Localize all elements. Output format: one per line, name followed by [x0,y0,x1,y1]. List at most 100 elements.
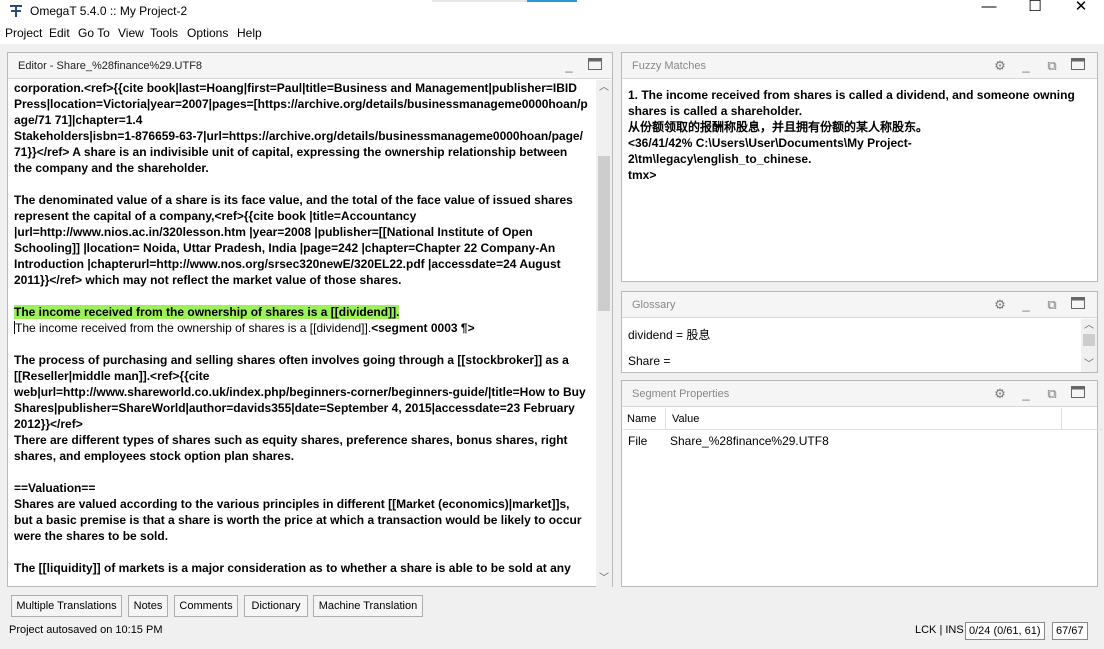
minimize-pane-icon[interactable]: _ [1017,385,1035,403]
glossary-pane: Glossary ⚙ _ ⧉ dividend = 股息 Share = ︿ ﹀ [621,291,1098,373]
minimize-pane-icon[interactable]: _ [1017,296,1035,314]
minimize-pane-icon[interactable]: _ [1017,57,1035,75]
scroll-thumb[interactable] [598,156,610,311]
segment-properties-pane: Segment Properties ⚙ _ ⧉ Name Value File… [621,380,1103,587]
editor-line: the company and the shareholder. [14,161,209,175]
editor-line: age/71 71]|chapter=1.4 [14,113,143,127]
menu-bar: Project Edit Go To View Tools Options He… [0,22,1104,44]
tab-label: Machine Translation [318,600,418,612]
tab-machine-translation[interactable]: Machine Translation [313,595,423,617]
scroll-up-icon[interactable]: ︿ [596,80,612,96]
edit-mode-indicator: LCK | INS [915,624,964,636]
scroll-down-icon[interactable]: ﹀ [1081,358,1097,372]
menu-options[interactable]: Options [187,26,228,40]
segprops-header: Segment Properties ⚙ _ ⧉ [622,381,1097,407]
column-header-value[interactable]: Value [672,413,699,425]
editor-line: 71}}</ref> A share is an indivisible uni… [14,145,568,159]
editor-line: The process of purchasing and selling sh… [14,353,569,367]
tab-label: Notes [133,600,163,612]
editor-line: |url=http://www.nios.ac.in/320lesson.htm… [14,225,533,239]
tab-dictionary[interactable]: Dictionary [244,595,308,617]
active-segment-source[interactable]: The income received from the ownership o… [14,305,400,319]
editor-scrollbar[interactable]: ︿ ﹀ [596,80,612,587]
editor-line: ==Valuation== [14,481,96,495]
fuzzy-match-entry[interactable]: 1. The income received from shares is ca… [628,87,1091,183]
close-button[interactable]: ✕ [1058,0,1104,22]
maximize-pane-icon[interactable] [1069,385,1087,403]
editor-line: corporation.<ref>{{cite book|last=Hoang|… [14,81,577,95]
maximize-button[interactable]: ☐ [1012,0,1058,22]
editor-line: shares, and employees stock option plan … [14,449,295,463]
fuzzy-header: Fuzzy Matches ⚙ _ ⧉ [622,53,1097,79]
gear-icon[interactable]: ⚙ [991,385,1009,403]
editor-line: Shares|publisher=ShareWorld|author=david… [14,401,575,415]
glossary-title: Glossary [632,299,676,311]
menu-help[interactable]: Help [237,26,262,40]
maximize-pane-icon[interactable] [1069,296,1087,314]
glossary-entry: dividend = 股息 [628,328,711,342]
gear-icon[interactable]: ⚙ [991,57,1009,75]
fuzzy-target: 从份额领取的报酬称股息，并且拥有份额的某人称股东。 [628,120,929,134]
editor-line: but a basic premise is that a share is w… [14,513,582,527]
maximize-pane-icon[interactable] [586,57,604,75]
column-divider [665,408,666,430]
tab-label: Multiple Translations [16,600,117,612]
tab-notes[interactable]: Notes [128,595,168,617]
editor-line: Stakeholders|isbn=1-876659-63-7|url=http… [14,129,583,143]
glossary-entry: Share = [628,354,671,368]
editor-line: Introduction |chapterurl=http://www.nos.… [14,257,561,271]
scroll-thumb[interactable] [1083,334,1095,346]
omegat-logo-icon [8,3,24,19]
editor-line: web|url=http://www.shareworld.co.uk/inde… [14,385,586,399]
column-header-name[interactable]: Name [627,413,656,425]
glossary-header: Glossary ⚙ _ ⧉ [622,292,1097,318]
undock-icon[interactable]: ⧉ [1043,385,1061,403]
active-segment-target[interactable]: The income received from the ownership o… [14,320,589,336]
editor-line: represent the capital of a company,<ref>… [14,209,417,223]
window-title: OmegaT 5.4.0 :: My Project-2 [30,4,188,18]
table-row[interactable]: File Share_%28finance%29.UTF8 [623,430,1103,452]
editor-pane: Editor - Share_%28finance%29.UTF8 _ corp… [7,52,613,587]
fuzzy-info: <36/41/42% C:\Users\User\Documents\My Pr… [628,136,912,166]
editor-line: The [[liquidity]] of markets is a major … [14,561,571,575]
editor-line: Shares are valued according to the vario… [14,497,570,511]
editor-line: Schooling]] |location= Noida, Uttar Prad… [14,241,556,255]
minimize-pane-icon[interactable]: _ [560,57,578,75]
minimize-button[interactable]: — [966,0,1012,22]
close-icon: ✕ [1074,0,1088,15]
menu-view[interactable]: View [118,26,144,40]
fuzzy-source-line: shares is called a shareholder. [628,104,803,118]
table-header: Name Value [623,408,1103,430]
tab-comments[interactable]: Comments [174,595,238,617]
progress-indicator: 0/24 (0/61, 61) [965,622,1045,640]
menu-goto[interactable]: Go To [78,26,110,40]
maximize-icon: ☐ [1028,0,1042,15]
maximize-pane-icon[interactable] [1069,57,1087,75]
scroll-down-icon[interactable]: ﹀ [596,571,612,587]
segment-marker: <segment 0003 ¶> [371,321,475,335]
editor-line [14,464,589,480]
editor-line: [[Reseller|middle man]].<ref>{{cite [14,369,210,383]
editor-text-area[interactable]: corporation.<ref>{{cite book|last=Hoang|… [9,80,595,587]
scroll-up-icon[interactable]: ︿ [1081,319,1097,333]
editor-line: were the shares to be sold. [14,529,169,543]
menu-tools[interactable]: Tools [150,26,178,40]
segprops-title: Segment Properties [632,388,730,400]
fuzzy-title: Fuzzy Matches [632,60,706,72]
editor-line: The denominated value of a share is its … [14,193,573,207]
title-bar: OmegaT 5.4.0 :: My Project-2 — ☐ ✕ [0,0,1104,22]
editor-lines-before: corporation.<ref>{{cite book|last=Hoang|… [14,80,589,304]
glossary-list[interactable]: dividend = 股息 Share = [628,327,1077,372]
title-decoration [432,0,527,2]
undock-icon[interactable]: ⧉ [1043,57,1061,75]
glossary-scrollbar[interactable]: ︿ ﹀ [1081,319,1097,372]
menu-project[interactable]: Project [5,26,42,40]
property-name: File [628,434,648,448]
editor-line: Press|location=Victoria|year=2007|pages=… [14,97,588,111]
active-target-text[interactable]: The income received from the ownership o… [15,321,371,335]
editor-line: There are different types of shares such… [14,433,568,447]
menu-edit[interactable]: Edit [49,26,70,40]
undock-icon[interactable]: ⧉ [1043,296,1061,314]
tab-multiple-translations[interactable]: Multiple Translations [11,595,122,617]
gear-icon[interactable]: ⚙ [991,296,1009,314]
